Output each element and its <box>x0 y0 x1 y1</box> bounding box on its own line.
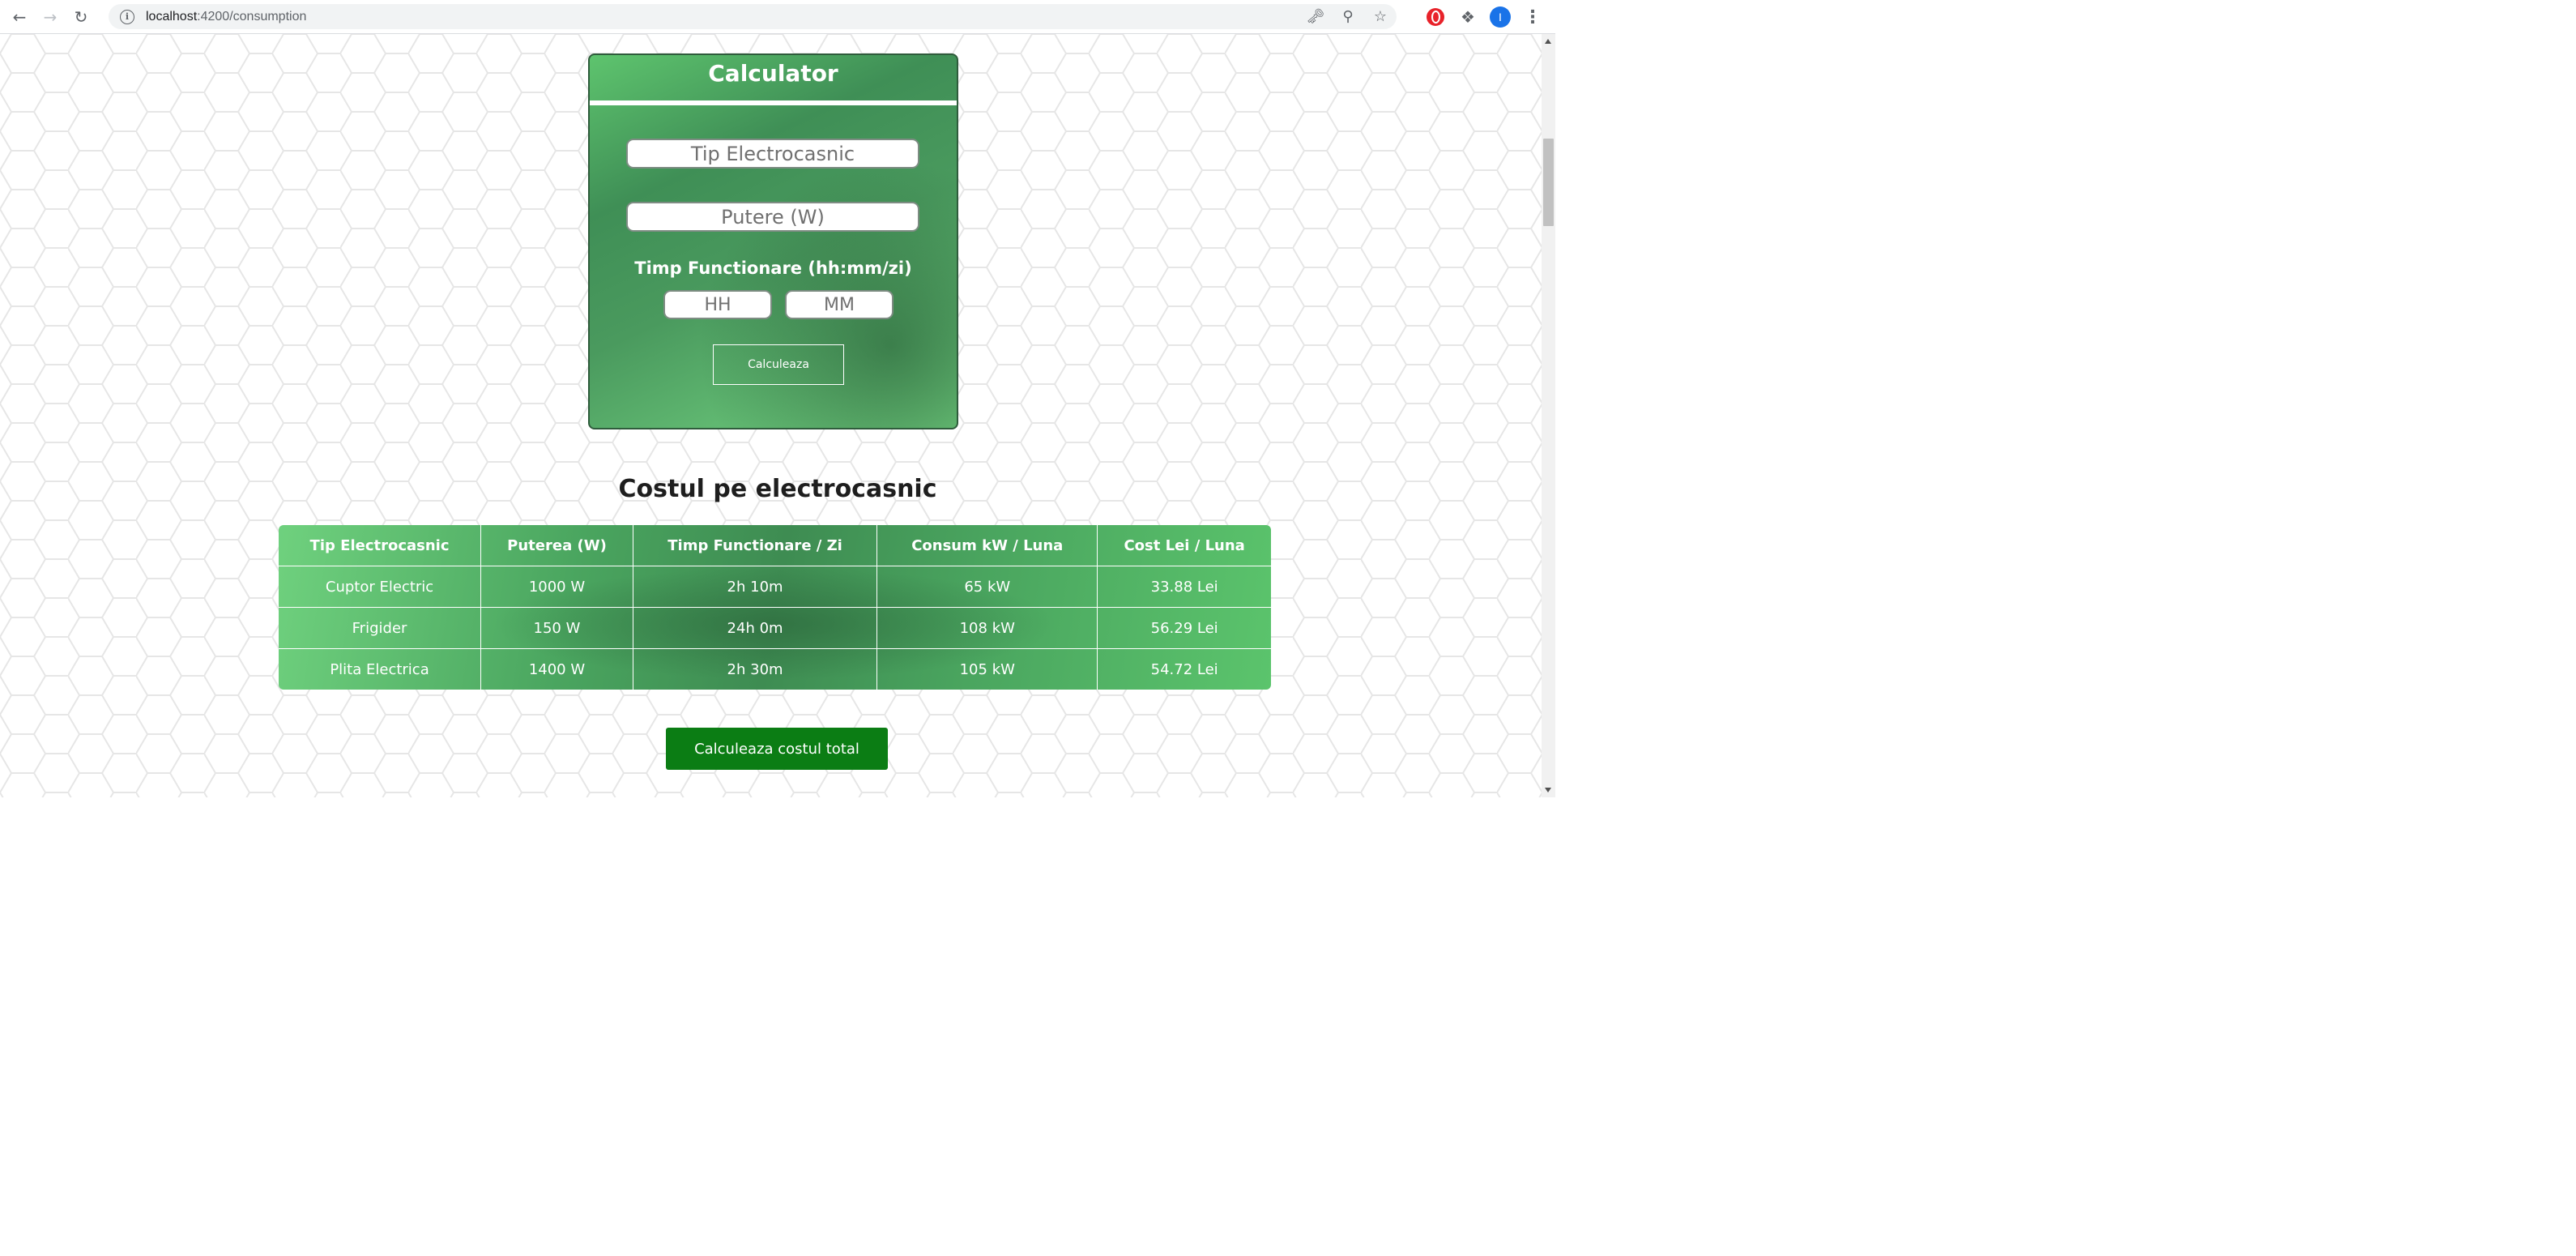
scroll-down-icon[interactable] <box>1545 788 1551 792</box>
column-header-appliance: Tip Electrocasnic <box>279 525 482 566</box>
browser-toolbar: ← → ↻ i localhost:4200/consumption 🗝 ⚲ ☆… <box>0 0 1555 34</box>
cell-cost: 33.88 Lei <box>1097 566 1271 608</box>
table-row: Plita Electrica 1400 W 2h 30m 105 kW 54.… <box>279 648 1271 690</box>
extensions-puzzle-icon[interactable]: ❖ <box>1452 7 1484 27</box>
results-table: Tip Electrocasnic Puterea (W) Timp Funct… <box>279 525 1271 690</box>
table-row: Cuptor Electric 1000 W 2h 10m 65 kW 33.8… <box>279 566 1271 608</box>
calculate-total-button[interactable]: Calculeaza costul total <box>666 728 888 770</box>
forward-arrow-icon[interactable]: → <box>39 6 62 28</box>
calculator-card: Calculator Tip Electrocasnic Putere (W) … <box>588 53 958 429</box>
operating-time-label: Timp Functionare (hh:mm/zi) <box>634 258 912 278</box>
calculator-title: Calculator <box>708 60 838 87</box>
scroll-thumb[interactable] <box>1543 139 1554 226</box>
key-icon[interactable]: 🗝 <box>1299 8 1332 25</box>
info-icon[interactable]: i <box>120 9 134 24</box>
table-row: Frigider 150 W 24h 0m 108 kW 56.29 Lei <box>279 607 1271 649</box>
column-header-time: Timp Functionare / Zi <box>633 525 878 566</box>
cell-time: 2h 10m <box>633 566 878 608</box>
minutes-input[interactable]: MM <box>785 290 893 319</box>
cell-consumption: 105 kW <box>876 648 1098 690</box>
cell-power: 1000 W <box>480 566 633 608</box>
power-input[interactable]: Putere (W) <box>626 202 919 232</box>
star-icon[interactable]: ☆ <box>1364 8 1397 25</box>
menu-kebab-icon[interactable]: ⋮ <box>1516 7 1549 28</box>
page-scrollbar[interactable] <box>1542 34 1555 797</box>
scroll-up-icon[interactable] <box>1545 39 1551 44</box>
column-header-power: Puterea (W) <box>480 525 633 566</box>
cell-appliance: Frigider <box>279 607 482 649</box>
appliance-type-input[interactable]: Tip Electrocasnic <box>626 139 919 169</box>
url-path: :4200/consumption <box>197 9 307 23</box>
back-arrow-icon[interactable]: ← <box>8 6 31 28</box>
cell-appliance: Plita Electrica <box>279 648 482 690</box>
url-text[interactable]: localhost:4200/consumption <box>146 10 306 24</box>
table-header-row: Tip Electrocasnic Puterea (W) Timp Funct… <box>279 525 1271 566</box>
calculate-button[interactable]: Calculeaza <box>713 344 844 385</box>
calculator-divider <box>590 100 957 105</box>
column-header-cost: Cost Lei / Luna <box>1097 525 1271 566</box>
results-title: Costul pe electrocasnic <box>618 475 937 503</box>
hours-input[interactable]: HH <box>663 290 772 319</box>
cell-cost: 54.72 Lei <box>1150 660 1218 678</box>
column-header-consumption: Consum kW / Luna <box>876 525 1098 566</box>
zoom-icon[interactable]: ⚲ <box>1332 8 1364 25</box>
cell-power: 150 W <box>480 607 633 649</box>
url-host: localhost <box>146 9 198 23</box>
profile-initial: I <box>1490 6 1511 28</box>
address-bar[interactable]: i localhost:4200/consumption 🗝 ⚲ ☆ <box>109 4 1397 29</box>
cell-consumption: 65 kW <box>876 566 1098 608</box>
cell-cost: 56.29 Lei <box>1097 607 1271 649</box>
profile-avatar[interactable]: I <box>1484 6 1516 28</box>
cell-time: 24h 0m <box>633 607 878 649</box>
page-viewport: Calculator Tip Electrocasnic Putere (W) … <box>0 34 1555 797</box>
opera-extension-icon[interactable] <box>1419 8 1452 26</box>
cell-consumption: 108 kW <box>876 607 1098 649</box>
cell-time: 2h 30m <box>633 648 878 690</box>
cell-power: 1400 W <box>480 648 633 690</box>
browser-window: ← → ↻ i localhost:4200/consumption 🗝 ⚲ ☆… <box>0 0 1555 797</box>
cell-appliance: Cuptor Electric <box>279 566 482 608</box>
reload-icon[interactable]: ↻ <box>70 6 92 28</box>
